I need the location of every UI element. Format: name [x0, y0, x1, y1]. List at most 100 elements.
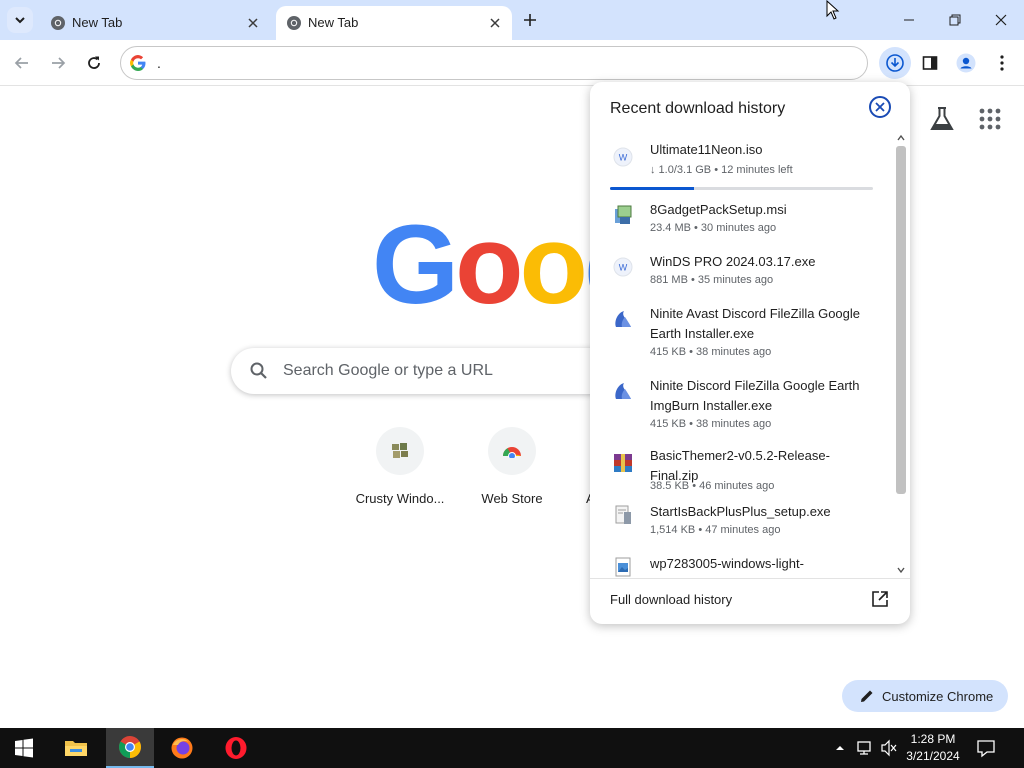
address-text: .: [157, 55, 161, 71]
download-list: W Ultimate11Neon.iso ↓ 1.0/3.1 GB • 12 m…: [590, 130, 894, 578]
folder-icon: [65, 741, 87, 756]
download-progress-bar: [610, 187, 873, 190]
new-tab-button[interactable]: [518, 8, 542, 32]
scrollbar-thumb[interactable]: [896, 146, 906, 494]
download-meta: 415 KB • 38 minutes ago: [650, 418, 772, 430]
download-filename: wp7283005-windows-light-: [650, 556, 804, 571]
customize-chrome-button[interactable]: Customize Chrome: [842, 680, 1008, 712]
reload-button[interactable]: [79, 48, 109, 78]
close-icon: [875, 102, 885, 112]
chrome-icon: [119, 736, 141, 758]
close-download-bubble-button[interactable]: [869, 96, 891, 118]
restore-icon: [949, 14, 961, 26]
web-store-icon: [503, 447, 521, 458]
side-panel-button[interactable]: [915, 48, 945, 78]
start-button[interactable]: [0, 728, 48, 768]
forward-button[interactable]: [43, 48, 73, 78]
close-window-button[interactable]: [978, 4, 1024, 36]
network-icon[interactable]: [856, 739, 874, 757]
winrar-icon: [614, 454, 632, 472]
chevron-down-icon: [15, 17, 25, 24]
tab-2[interactable]: New Tab: [276, 6, 512, 40]
chrome-favicon-icon: [287, 16, 301, 30]
windows-logo-icon: [15, 738, 33, 758]
customize-label: Customize Chrome: [882, 688, 994, 704]
chrome-favicon-icon: [51, 16, 65, 30]
google-logo-letter: o: [519, 202, 588, 327]
download-item[interactable]: W WinDS PRO 2024.03.17.exe 881 MB • 35 m…: [590, 252, 894, 304]
minimize-button[interactable]: [886, 4, 932, 36]
close-icon: [995, 14, 1007, 26]
image-file-icon: [615, 557, 631, 577]
shortcut-label: Web Store: [481, 491, 543, 506]
download-list-scrollbar[interactable]: [894, 130, 908, 578]
close-tab-icon[interactable]: [244, 14, 262, 32]
download-bubble-footer: Full download history: [590, 578, 910, 624]
arrow-left-icon: [14, 57, 28, 69]
browser-toolbar: .: [0, 40, 1024, 86]
download-filename: WinDS PRO 2024.03.17.exe: [650, 254, 816, 269]
shortcut-tile[interactable]: Web Store: [456, 427, 568, 506]
crusty-windows-icon: [392, 443, 408, 458]
full-download-history-link[interactable]: Full download history: [610, 592, 732, 607]
tab-title: New Tab: [308, 15, 359, 30]
google-apps-icon[interactable]: [978, 107, 1002, 131]
reload-icon: [88, 56, 100, 69]
download-item[interactable]: 8GadgetPackSetup.msi 23.4 MB • 30 minute…: [590, 200, 894, 252]
search-icon: [250, 362, 267, 379]
shortcut-label: A: [568, 491, 590, 506]
download-bubble-title: Recent download history: [610, 100, 786, 117]
volume-muted-icon[interactable]: [880, 739, 898, 757]
tab-title: New Tab: [72, 15, 123, 30]
open-in-new-icon[interactable]: [871, 590, 889, 608]
download-filename: Ultimate11Neon.iso: [650, 142, 763, 157]
installer-icon: [615, 205, 632, 224]
chrome-labs-icon[interactable]: [928, 105, 956, 133]
tab-search-button[interactable]: [7, 7, 33, 33]
restore-button[interactable]: [932, 4, 978, 36]
shortcut-tile[interactable]: Crusty Windo...: [344, 427, 456, 506]
scroll-up-icon[interactable]: [897, 134, 905, 142]
tab-1[interactable]: New Tab: [40, 6, 270, 40]
download-meta: 881 MB • 35 minutes ago: [650, 274, 774, 286]
google-logo-letter: o: [455, 202, 523, 327]
back-button[interactable]: [7, 48, 37, 78]
download-filename: Ninite Discord FileZilla Google Earth Im…: [650, 378, 860, 413]
shortcut-icon: [376, 427, 424, 475]
download-item[interactable]: BasicThemer2-v0.5.2-Release-Final.zip 38…: [590, 446, 894, 502]
side-panel-icon: [922, 56, 938, 70]
file-explorer-taskbar-button[interactable]: [52, 728, 100, 768]
shortcut-icon: [488, 427, 536, 475]
scroll-down-icon[interactable]: [897, 566, 905, 574]
profile-avatar-icon: [956, 53, 976, 73]
google-logo-letter: G: [372, 202, 459, 327]
download-item[interactable]: Ninite Avast Discord FileZilla Google Ea…: [590, 304, 894, 376]
download-meta: 23.4 MB • 30 minutes ago: [650, 222, 777, 234]
firefox-taskbar-button[interactable]: [158, 728, 206, 768]
show-hidden-icons-icon[interactable]: [834, 742, 846, 754]
shortcut-tile[interactable]: A: [568, 427, 590, 506]
opera-taskbar-button[interactable]: [212, 728, 260, 768]
chrome-menu-button[interactable]: [987, 48, 1017, 78]
chrome-taskbar-button[interactable]: [106, 728, 154, 768]
download-item[interactable]: wp7283005-windows-light-: [590, 552, 894, 578]
ninite-icon: [615, 383, 631, 399]
downloads-button[interactable]: [879, 47, 911, 79]
clock-time: 1:28 PM: [910, 732, 956, 746]
notifications-icon[interactable]: [976, 738, 996, 758]
minimize-icon: [904, 19, 914, 21]
mouse-cursor-icon: [826, 0, 840, 20]
download-item[interactable]: Ninite Discord FileZilla Google Earth Im…: [590, 376, 894, 448]
close-tab-icon[interactable]: [486, 14, 504, 32]
download-item[interactable]: W Ultimate11Neon.iso ↓ 1.0/3.1 GB • 12 m…: [590, 136, 894, 194]
download-filename: Ninite Avast Discord FileZilla Google Ea…: [650, 306, 861, 341]
address-bar[interactable]: .: [120, 46, 868, 80]
download-meta: 38.5 KB • 46 minutes ago: [650, 480, 775, 492]
download-item[interactable]: StartIsBackPlusPlus_setup.exe 1,514 KB •…: [590, 500, 894, 552]
download-meta: ↓ 1.0/3.1 GB • 12 minutes left: [650, 164, 793, 176]
google-g-icon: [130, 55, 146, 71]
taskbar-clock[interactable]: 1:28 PM 3/21/2024: [902, 732, 964, 763]
profile-button[interactable]: [951, 48, 981, 78]
download-filename: 8GadgetPackSetup.msi: [650, 202, 787, 217]
tab-strip: New Tab New Tab: [0, 0, 1024, 40]
